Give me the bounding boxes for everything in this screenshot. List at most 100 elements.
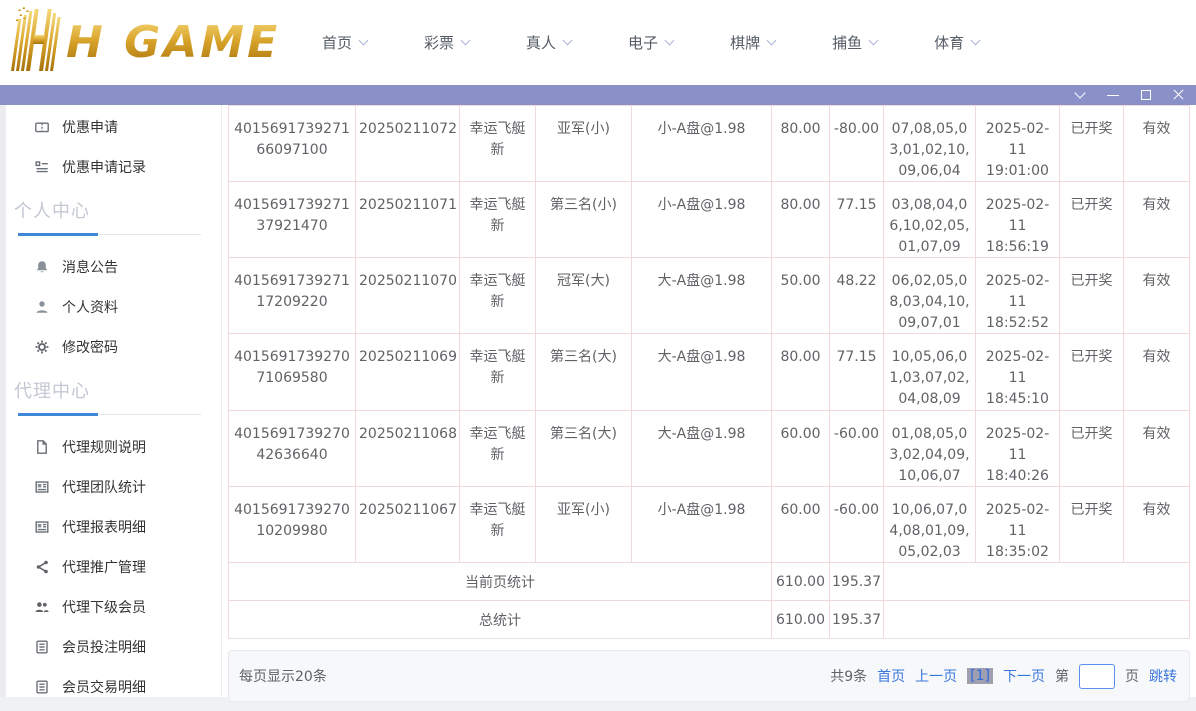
window-titlebar [0, 85, 1196, 105]
section-underline [18, 232, 201, 235]
sidebar-item-2-3[interactable]: 代理推广管理 [6, 547, 221, 587]
cell-order_id: 401569173927166097100 [228, 106, 356, 181]
cell-time: 2025-02-11 18:45:10 [976, 334, 1060, 410]
sidebar-item-1-2[interactable]: 修改密码 [6, 327, 221, 367]
nav-item-label: 真人 [526, 32, 556, 53]
chevron-down-icon [971, 36, 981, 46]
table-row: 40156917392707106958020250211069幸运飞艇新第三名… [228, 334, 1190, 411]
window-collapse-button[interactable] [1073, 88, 1087, 102]
window-minimize-button[interactable] [1106, 88, 1120, 102]
cell-content: 小-A盘@1.98 [632, 182, 772, 257]
cell-play: 亚军(小) [536, 106, 632, 181]
nav-item-label: 彩票 [424, 32, 454, 53]
page-jump-input[interactable] [1079, 664, 1115, 689]
cell-amount: 80.00 [772, 106, 830, 181]
sidebar-item-2-1[interactable]: 代理团队统计 [6, 467, 221, 507]
cell-time: 2025-02-11 19:01:00 [976, 106, 1060, 181]
cell-numbers: 01,08,05,03,02,04,09,10,06,07 [884, 411, 976, 486]
summary-empty [884, 563, 1190, 600]
logo: H GAME [10, 6, 280, 78]
cell-winloss: 77.15 [830, 334, 884, 410]
sidebar-item-label: 会员投注明细 [62, 637, 146, 657]
cell-valid: 有效 [1124, 182, 1190, 257]
total-count-label: 共9条 [830, 666, 867, 686]
cell-game: 幸运飞艇新 [460, 334, 536, 410]
sidebar-item-2-2[interactable]: 代理报表明细 [6, 507, 221, 547]
user-icon [34, 299, 50, 315]
nav-item-4[interactable]: 电子 [628, 32, 673, 53]
cell-status: 已开奖 [1060, 411, 1124, 486]
gear-icon [34, 339, 50, 355]
nav-item-3[interactable]: 真人 [526, 32, 571, 53]
nav-item-2[interactable]: 彩票 [424, 32, 469, 53]
cell-numbers: 06,02,05,08,03,04,10,09,07,01 [884, 258, 976, 333]
nav-item-6[interactable]: 捕鱼 [832, 32, 877, 53]
cell-content: 大-A盘@1.98 [632, 258, 772, 333]
summary-row: 总统计610.00195.37 [228, 601, 1190, 639]
cell-order_id: 401569173927042636640 [228, 411, 356, 486]
cell-game: 幸运飞艇新 [460, 106, 536, 181]
window-close-button[interactable] [1172, 88, 1186, 102]
cell-status: 已开奖 [1060, 258, 1124, 333]
nav-item-1[interactable]: 首页 [322, 32, 367, 53]
table-row: 40156917392711720922020250211070幸运飞艇新冠军(… [228, 258, 1190, 334]
sidebar-section-header: 个人中心 [6, 193, 221, 235]
logo-text: H GAME [66, 17, 280, 68]
note-icon [34, 679, 50, 695]
cell-order_id: 401569173927117209220 [228, 258, 356, 333]
sidebar-item-2-5[interactable]: 会员投注明细 [6, 627, 221, 667]
cell-numbers: 03,08,04,06,10,02,05,01,07,09 [884, 182, 976, 257]
cell-valid: 有效 [1124, 411, 1190, 486]
chevron-down-icon [665, 36, 675, 46]
sidebar-item-0-0[interactable]: 优惠申请 [6, 107, 221, 147]
sidebar-item-0-1[interactable]: 优惠申请记录 [6, 147, 221, 187]
window-maximize-button[interactable] [1139, 88, 1153, 102]
note-icon [34, 639, 50, 655]
cell-play: 第三名(大) [536, 411, 632, 486]
cell-status: 已开奖 [1060, 487, 1124, 562]
cell-amount: 60.00 [772, 487, 830, 562]
sidebar-item-2-4[interactable]: 代理下级会员 [6, 587, 221, 627]
cell-valid: 有效 [1124, 106, 1190, 181]
cell-period: 20250211069 [356, 334, 460, 410]
cell-time: 2025-02-11 18:40:26 [976, 411, 1060, 486]
cell-game: 幸运飞艇新 [460, 258, 536, 333]
next-page-link[interactable]: 下一页 [1003, 666, 1045, 686]
prev-page-link[interactable]: 上一页 [915, 666, 957, 686]
bell-icon [34, 259, 50, 275]
sidebar-item-1-0[interactable]: 消息公告 [6, 247, 221, 287]
sidebar: 优惠申请优惠申请记录个人中心消息公告个人资料修改密码代理中心代理规则说明代理团队… [6, 105, 222, 696]
sidebar-item-2-0[interactable]: 代理规则说明 [6, 427, 221, 467]
chevron-down-icon [1074, 87, 1085, 98]
chevron-down-icon [563, 36, 573, 46]
bet-records-table: 40156917392716609710020250211072幸运飞艇新亚军(… [228, 105, 1190, 639]
cell-play: 第三名(小) [536, 182, 632, 257]
sidebar-item-label: 代理团队统计 [62, 477, 146, 497]
jump-button[interactable]: 跳转 [1149, 666, 1177, 686]
cell-content: 大-A盘@1.98 [632, 334, 772, 410]
table-row: 40156917392713792147020250211071幸运飞艇新第三名… [228, 182, 1190, 258]
cell-winloss: 48.22 [830, 258, 884, 333]
summary-label: 总统计 [228, 601, 772, 638]
minimize-icon [1107, 95, 1119, 96]
nav-item-5[interactable]: 棋牌 [730, 32, 775, 53]
nav-item-7[interactable]: 体育 [934, 32, 979, 53]
current-page-indicator[interactable]: [1] [967, 668, 993, 684]
cell-play: 冠军(大) [536, 258, 632, 333]
cell-valid: 有效 [1124, 258, 1190, 333]
cell-time: 2025-02-11 18:56:19 [976, 182, 1060, 257]
chevron-down-icon [869, 36, 879, 46]
cell-status: 已开奖 [1060, 182, 1124, 257]
sidebar-item-1-1[interactable]: 个人资料 [6, 287, 221, 327]
list-icon [34, 159, 50, 175]
document-icon [34, 439, 50, 455]
summary-empty [884, 601, 1190, 638]
cell-time: 2025-02-11 18:52:52 [976, 258, 1060, 333]
sidebar-item-label: 修改密码 [62, 337, 118, 357]
chevron-down-icon [461, 36, 471, 46]
sidebar-item-2-6[interactable]: 会员交易明细 [6, 667, 221, 707]
cell-winloss: 77.15 [830, 182, 884, 257]
sidebar-item-label: 优惠申请 [62, 117, 118, 137]
cell-period: 20250211067 [356, 487, 460, 562]
first-page-link[interactable]: 首页 [877, 666, 905, 686]
